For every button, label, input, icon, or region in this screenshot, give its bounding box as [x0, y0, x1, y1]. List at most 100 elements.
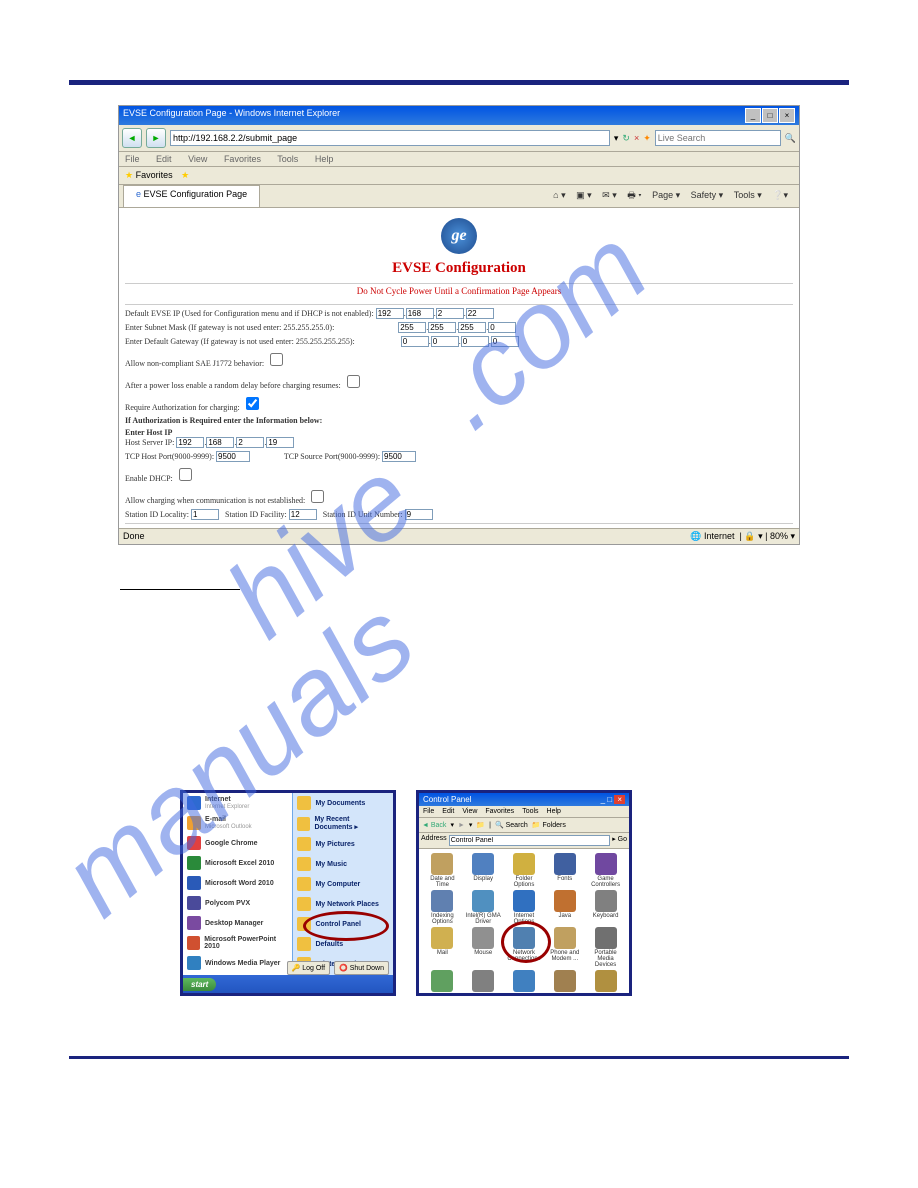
ip-octet-input[interactable]	[406, 308, 434, 319]
startmenu-item[interactable]: InternetInternet Explorer	[183, 793, 292, 813]
favorites-label[interactable]: Favorites	[136, 170, 173, 180]
host-ip-input[interactable]	[206, 437, 234, 448]
ip-octet-input[interactable]	[376, 308, 404, 319]
cp-item[interactable]: Keyboard	[586, 890, 625, 925]
start-button[interactable]: start	[183, 978, 216, 991]
address-input[interactable]	[170, 130, 610, 146]
dhcp-checkbox[interactable]	[179, 468, 192, 481]
menu-view[interactable]: View	[188, 154, 207, 164]
subnet-input[interactable]	[398, 322, 426, 333]
refresh-icon[interactable]: ↻	[622, 133, 630, 144]
forward-icon[interactable]: ►	[146, 128, 166, 148]
startmenu-item[interactable]: Microsoft PowerPoint 2010	[183, 933, 292, 953]
search-input[interactable]	[655, 130, 781, 146]
ip-octet-input[interactable]	[436, 308, 464, 319]
menu-view[interactable]: View	[462, 808, 477, 815]
logoff-button[interactable]: 🔑 Log Off	[287, 961, 331, 975]
gateway-input[interactable]	[401, 336, 429, 347]
star-icon[interactable]: ★	[125, 170, 133, 180]
tcp-host-input[interactable]	[216, 451, 250, 462]
menu-favorites[interactable]: Favorites	[224, 154, 261, 164]
subnet-input[interactable]	[458, 322, 486, 333]
cp-item[interactable]: Power Options	[423, 970, 462, 996]
station-locality-input[interactable]	[191, 509, 219, 520]
close-icon[interactable]: ×	[779, 108, 795, 123]
cp-item[interactable]: Java	[545, 890, 584, 925]
gateway-input[interactable]	[431, 336, 459, 347]
cp-item[interactable]: Folder Options	[505, 853, 544, 888]
tools-menu[interactable]: Tools ▾	[734, 190, 762, 200]
startmenu-item[interactable]: My Recent Documents ▸	[293, 813, 393, 834]
maximize-icon[interactable]: □	[607, 795, 612, 804]
search-button[interactable]: 🔍 Search	[495, 821, 528, 829]
cp-item[interactable]: Mail	[423, 927, 462, 968]
cp-item[interactable]: Game Controllers	[586, 853, 625, 888]
tcp-src-input[interactable]	[382, 451, 416, 462]
maximize-icon[interactable]: □	[762, 108, 778, 123]
station-unit-input[interactable]	[405, 509, 433, 520]
menu-tools[interactable]: Tools	[522, 808, 538, 815]
stop-icon[interactable]: ×	[634, 133, 639, 143]
page-menu[interactable]: Page ▾	[652, 190, 680, 200]
cp-item[interactable]: Scheduled Tasks	[586, 970, 625, 996]
startmenu-item[interactable]: My Music	[293, 854, 393, 874]
help-icon[interactable]: ❔▾	[772, 190, 788, 200]
cp-address-input[interactable]	[449, 835, 611, 846]
startmenu-item[interactable]: Microsoft Excel 2010	[183, 853, 292, 873]
menu-help[interactable]: Help	[547, 808, 561, 815]
cp-item[interactable]: Portable Media Devices	[586, 927, 625, 968]
cp-item[interactable]: Mouse	[464, 927, 503, 968]
menu-file[interactable]: File	[423, 808, 434, 815]
startmenu-item[interactable]: Google Chrome	[183, 833, 292, 853]
menu-file[interactable]: File	[125, 154, 140, 164]
sae-checkbox[interactable]	[270, 353, 283, 366]
cp-item[interactable]: Regional and Language ...	[505, 970, 544, 996]
startmenu-item[interactable]: My Documents	[293, 793, 393, 813]
cp-item[interactable]: Scanners and Cameras	[545, 970, 584, 996]
star-icon[interactable]: ★	[181, 170, 189, 180]
forward-icon[interactable]: ►	[458, 822, 465, 829]
folders-button[interactable]: 📁 Folders	[532, 821, 566, 829]
delay-checkbox[interactable]	[347, 375, 360, 388]
subnet-input[interactable]	[488, 322, 516, 333]
back-button[interactable]: ◄ Back	[422, 822, 446, 829]
startmenu-item[interactable]: E-mailMicrosoft Outlook	[183, 813, 292, 833]
home-icon[interactable]: ⌂ ▾	[553, 190, 565, 200]
cp-item[interactable]: Internet Options	[505, 890, 544, 925]
menu-help[interactable]: Help	[315, 154, 334, 164]
go-button[interactable]: ▸ Go	[612, 835, 627, 846]
tab-active[interactable]: e EVSE Configuration Page	[123, 185, 260, 207]
subnet-input[interactable]	[428, 322, 456, 333]
feeds-icon[interactable]: ▣ ▾	[576, 190, 592, 200]
mail-icon[interactable]: ✉ ▾	[602, 190, 617, 200]
up-icon[interactable]: 📁	[476, 821, 485, 829]
startmenu-item[interactable]: Desktop Manager	[183, 913, 292, 933]
gateway-input[interactable]	[461, 336, 489, 347]
menu-tools[interactable]: Tools	[277, 154, 298, 164]
gateway-input[interactable]	[491, 336, 519, 347]
startmenu-item[interactable]: My Computer	[293, 874, 393, 894]
auth-checkbox[interactable]	[246, 397, 259, 410]
back-icon[interactable]: ◄	[122, 128, 142, 148]
startmenu-item[interactable]: Polycom PVX	[183, 893, 292, 913]
menu-favorites[interactable]: Favorites	[485, 808, 514, 815]
cp-item[interactable]: Printers and Faxes	[464, 970, 503, 996]
go-icon[interactable]: ▾	[614, 133, 619, 144]
ip-octet-input[interactable]	[466, 308, 494, 319]
safety-menu[interactable]: Safety ▾	[691, 190, 724, 200]
startmenu-item[interactable]: My Pictures	[293, 834, 393, 854]
print-icon[interactable]: 🖶 ▾	[627, 190, 641, 200]
allow-charge-checkbox[interactable]	[311, 490, 324, 503]
cp-item[interactable]: Display	[464, 853, 503, 888]
cp-item[interactable]: Phone and Modem ...	[545, 927, 584, 968]
host-ip-input[interactable]	[176, 437, 204, 448]
cp-item[interactable]: Date and Time	[423, 853, 462, 888]
startmenu-item[interactable]: Search	[293, 994, 393, 996]
cp-item[interactable]: Intel(R) GMA Driver	[464, 890, 503, 925]
startmenu-item[interactable]: Microsoft Word 2010	[183, 873, 292, 893]
host-ip-input[interactable]	[236, 437, 264, 448]
search-icon[interactable]: 🔍	[785, 133, 796, 144]
cp-item[interactable]: Fonts	[545, 853, 584, 888]
close-icon[interactable]: ×	[614, 795, 625, 804]
menu-edit[interactable]: Edit	[156, 154, 172, 164]
